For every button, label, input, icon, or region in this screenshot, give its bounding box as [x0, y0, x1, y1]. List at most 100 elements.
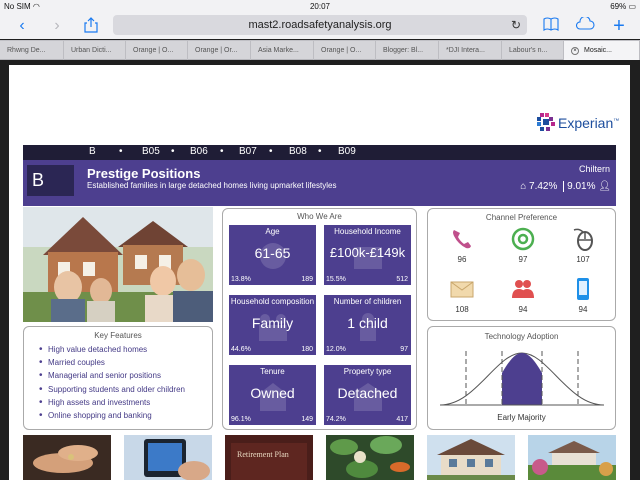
tile-percent: 15.5% — [326, 276, 346, 283]
group-strip-item[interactable]: B07 — [239, 146, 257, 157]
household-pct: 7.42% — [529, 181, 558, 192]
tile-tenure[interactable]: Tenure Owned 96.1% 149 — [229, 365, 316, 425]
browser-tab[interactable]: Labour's n... — [502, 41, 564, 60]
channel-value: 97 — [518, 255, 528, 264]
mobile-phone-icon — [577, 278, 589, 300]
group-strip-item[interactable]: B06 — [190, 146, 208, 157]
battery-icon: ▭ — [628, 2, 636, 11]
group-title: Prestige Positions — [87, 166, 201, 181]
channel-telephone: 96 — [442, 227, 482, 273]
tile-percent: 96.1% — [231, 416, 251, 423]
group-strip-separator: • — [318, 146, 322, 157]
tile-value: Family — [251, 315, 294, 331]
tile-index: 180 — [301, 346, 313, 353]
list-item: Online shopping and banking — [39, 410, 185, 424]
thumbnail-smartphone — [124, 435, 212, 480]
share-button[interactable] — [81, 17, 101, 35]
close-icon[interactable]: × — [571, 47, 579, 55]
people-icon — [512, 280, 534, 298]
tile-percent: 74.2% — [326, 416, 346, 423]
browser-tab[interactable]: Orange | Or... — [188, 41, 251, 60]
browser-tab[interactable]: Orange | O... — [126, 41, 188, 60]
channel-value: 108 — [455, 305, 469, 314]
group-strip-item[interactable]: B08 — [289, 146, 307, 157]
clock: 20:07 — [309, 2, 331, 11]
svg-text:Retirement Plan: Retirement Plan — [237, 450, 289, 459]
tile-label: Tenure — [260, 367, 285, 376]
bookmarks-button[interactable] — [541, 17, 561, 35]
cloud-icon — [575, 15, 595, 30]
group-strip-item[interactable]: B09 — [338, 146, 356, 157]
forward-button[interactable]: › — [47, 17, 67, 35]
tile-label: Number of children — [333, 297, 402, 306]
icloud-tabs-button[interactable] — [575, 15, 595, 35]
thumbnail-strip: Retirement Plan — [23, 435, 616, 480]
tile-index: 149 — [301, 416, 313, 423]
who-we-are-card: Who We Are Age 61-65 13.8% 189 Household… — [222, 208, 417, 430]
browser-tab[interactable]: *DJI Intera... — [439, 41, 502, 60]
tab-strip: Rhwng De... Urban Dicti... Orange | O...… — [0, 40, 640, 60]
group-strip-item[interactable]: B — [89, 146, 96, 157]
experian-logo-mark — [537, 113, 555, 131]
tile-index: 189 — [301, 276, 313, 283]
browser-tab-active[interactable]: × Mosaic... — [564, 41, 640, 60]
group-stats: ⌂ 7.42% 9.01% 👤︎ — [520, 181, 611, 192]
browser-tab[interactable]: Blogger: Bl... — [376, 41, 439, 60]
group-code: B — [27, 165, 74, 196]
tile-index: 512 — [396, 276, 408, 283]
channel-internet: 107 — [563, 227, 603, 273]
chevron-left-icon: ‹ — [19, 17, 25, 34]
tile-value: £100k-£149k — [329, 245, 406, 260]
thumbnail-detached-house — [427, 435, 515, 480]
status-bar: No SIM ◠ 20:07 69% ▭ — [0, 0, 640, 13]
back-button[interactable]: ‹ — [12, 17, 32, 35]
group-strip-item[interactable]: B05 — [142, 146, 160, 157]
thumbnail-hands-rings — [23, 435, 111, 480]
tile-property-type[interactable]: Property type Detached 74.2% 417 — [324, 365, 411, 425]
group-strip: B • B05 • B06 • B07 • B08 • B09 — [23, 145, 616, 160]
browser-tab[interactable]: Asia Marke... — [251, 41, 314, 60]
tile-percent: 44.6% — [231, 346, 251, 353]
browser-tab[interactable]: Orange | O... — [314, 41, 376, 60]
tile-index: 97 — [400, 346, 408, 353]
channel-post: 108 — [442, 277, 482, 323]
who-we-are-title: Who We Are — [297, 212, 342, 221]
tile-label: Age — [265, 227, 280, 236]
tile-household-composition[interactable]: Household composition Family 44.6% 180 — [229, 295, 316, 355]
list-item: High assets and investments — [39, 397, 185, 411]
telephone-icon — [453, 230, 471, 249]
browser-tab[interactable]: Rhwng De... — [0, 41, 64, 60]
letter-icon — [450, 281, 474, 298]
house-icon: ⌂ — [520, 181, 527, 192]
tab-label: Mosaic... — [584, 47, 613, 54]
browser-tab[interactable]: Urban Dicti... — [64, 41, 126, 60]
email-icon — [511, 227, 535, 251]
book-icon — [543, 17, 559, 32]
family-photo — [23, 207, 213, 322]
channel-value: 94 — [518, 305, 528, 314]
technology-adoption-title: Technology Adoption — [484, 332, 559, 341]
browser-toolbar: ‹ › mast2.roadsafetyanalysis.org ↻ + — [0, 13, 640, 39]
tile-number-of-children[interactable]: Number of children 1 child 12.0% 97 — [324, 295, 411, 355]
plus-icon: + — [613, 15, 625, 37]
channel-value: 107 — [576, 255, 590, 264]
person-icon: 👤︎ — [598, 181, 611, 192]
tile-label: Household composition — [230, 297, 315, 306]
url-text: mast2.roadsafetyanalysis.org — [248, 19, 392, 31]
battery-indicator: 69% ▭ — [610, 2, 636, 11]
experian-logo: Experian™ — [534, 110, 624, 136]
region-label: Chiltern — [578, 164, 610, 174]
reload-icon[interactable]: ↻ — [511, 15, 521, 35]
new-tab-button[interactable]: + — [609, 15, 629, 37]
address-bar[interactable]: mast2.roadsafetyanalysis.org ↻ — [113, 15, 527, 35]
thumbnail-garden-house — [528, 435, 616, 480]
tile-household-income[interactable]: Household Income £100k-£149k 15.5% 512 — [324, 225, 411, 285]
group-strip-separator: • — [119, 146, 123, 157]
key-features-card: Key Features High value detached homes M… — [23, 326, 213, 430]
tile-age[interactable]: Age 61-65 13.8% 189 — [229, 225, 316, 285]
channel-value: 96 — [457, 255, 467, 264]
adoption-curve — [439, 351, 605, 406]
adoption-segment-label: Early Majority — [497, 413, 546, 422]
tile-percent: 13.8% — [231, 276, 251, 283]
tile-label: Property type — [343, 367, 392, 376]
